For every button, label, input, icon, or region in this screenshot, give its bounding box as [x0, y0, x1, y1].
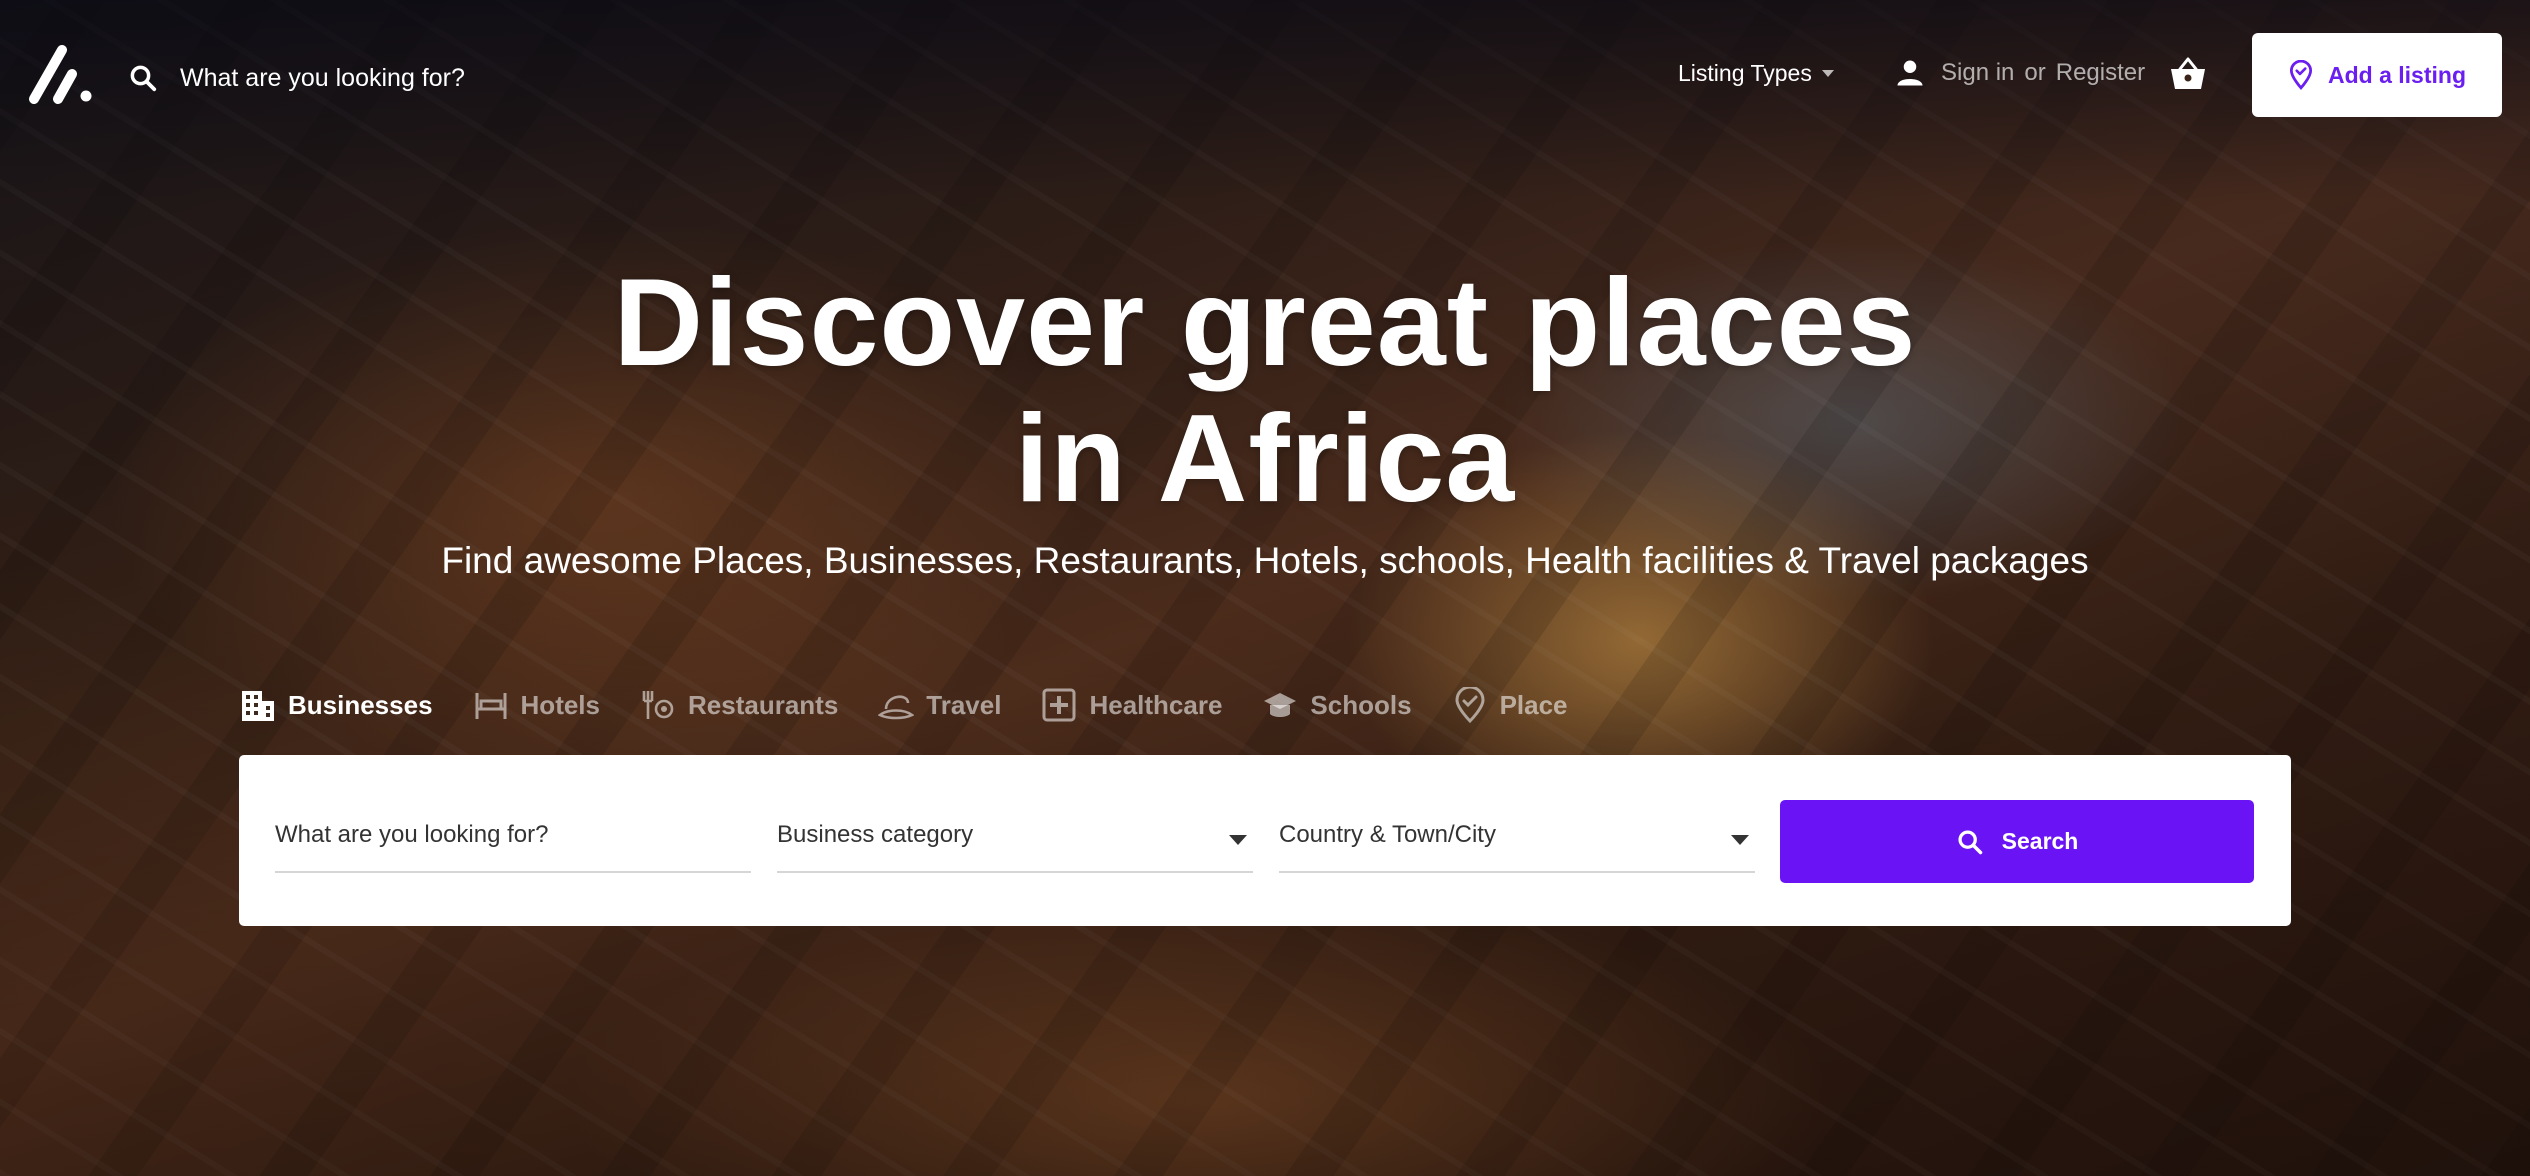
- hero-subtitle: Find awesome Places, Businesses, Restaur…: [441, 540, 2089, 581]
- tab-healthcare[interactable]: Healthcare: [1041, 687, 1222, 723]
- search-button[interactable]: Search: [1780, 800, 2254, 883]
- hero-background-image: [0, 0, 2530, 1176]
- chevron-down-icon: [1821, 70, 1834, 77]
- register-link[interactable]: Register: [2056, 59, 2145, 87]
- header-search-text[interactable]: What are you looking for?: [180, 64, 465, 93]
- building-icon: [242, 691, 274, 721]
- chevron-down-icon: [1229, 835, 1247, 845]
- header-search[interactable]: What are you looking for?: [128, 58, 465, 98]
- listing-types-menu[interactable]: Listing Types: [1678, 60, 1834, 87]
- add-listing-label[interactable]: Add a listing: [2328, 62, 2466, 89]
- tab-schools-label[interactable]: Schools: [1310, 690, 1411, 721]
- hero-title-line1: Discover great places: [613, 254, 1917, 392]
- hero-title-line2: in Africa: [1014, 390, 1516, 528]
- location-select[interactable]: Country & Town/City: [1279, 813, 1755, 873]
- tab-hotels[interactable]: Hotels: [473, 687, 600, 723]
- listing-type-tabs: Businesses Hotels Restaurants Travel Hea…: [240, 682, 1568, 728]
- graduation-cap-icon: [1264, 693, 1297, 717]
- tab-travel-label[interactable]: Travel: [926, 690, 1001, 721]
- tab-restaurants-label[interactable]: Restaurants: [688, 690, 838, 721]
- logo-icon[interactable]: [28, 44, 94, 104]
- tab-travel[interactable]: Travel: [878, 687, 1001, 723]
- search-panel: What are you looking for? Business categ…: [239, 755, 2291, 926]
- tab-businesses[interactable]: Businesses: [240, 687, 433, 723]
- or-text: or: [2024, 59, 2046, 86]
- tab-businesses-label[interactable]: Businesses: [288, 690, 433, 721]
- chevron-down-icon: [1731, 835, 1749, 845]
- map-pin-icon: [1455, 687, 1485, 723]
- tab-place-label[interactable]: Place: [1500, 690, 1568, 721]
- tab-healthcare-label[interactable]: Healthcare: [1089, 690, 1222, 721]
- bed-icon: [475, 693, 507, 719]
- tab-restaurants[interactable]: Restaurants: [640, 687, 838, 723]
- basket-icon[interactable]: [2170, 57, 2206, 91]
- hat-icon: [878, 695, 915, 720]
- hero-title: Discover great places in Africa: [0, 255, 2530, 527]
- signin-register: Sign in or Register: [1895, 58, 2145, 88]
- search-icon: [1958, 829, 1982, 854]
- map-pin-icon: [2289, 60, 2313, 90]
- search-button-label[interactable]: Search: [2002, 828, 2079, 855]
- signin-link[interactable]: Sign in: [1941, 59, 2014, 87]
- business-category-select[interactable]: Business category: [777, 813, 1253, 873]
- business-category-value[interactable]: Business category: [777, 821, 973, 849]
- medical-cross-icon: [1042, 688, 1076, 722]
- search-icon: [130, 65, 157, 92]
- location-value[interactable]: Country & Town/City: [1279, 821, 1496, 849]
- tab-hotels-label[interactable]: Hotels: [521, 690, 600, 721]
- keyword-placeholder[interactable]: What are you looking for?: [275, 821, 548, 849]
- listing-types-label[interactable]: Listing Types: [1678, 60, 1812, 87]
- keyword-field[interactable]: What are you looking for?: [275, 813, 751, 873]
- user-icon: [1897, 60, 1923, 86]
- utensils-icon: [642, 691, 674, 719]
- add-listing-button[interactable]: Add a listing: [2252, 33, 2502, 117]
- tab-schools[interactable]: Schools: [1262, 687, 1412, 723]
- site-header: What are you looking for? Listing Types …: [0, 0, 2530, 155]
- tab-place[interactable]: Place: [1452, 687, 1568, 723]
